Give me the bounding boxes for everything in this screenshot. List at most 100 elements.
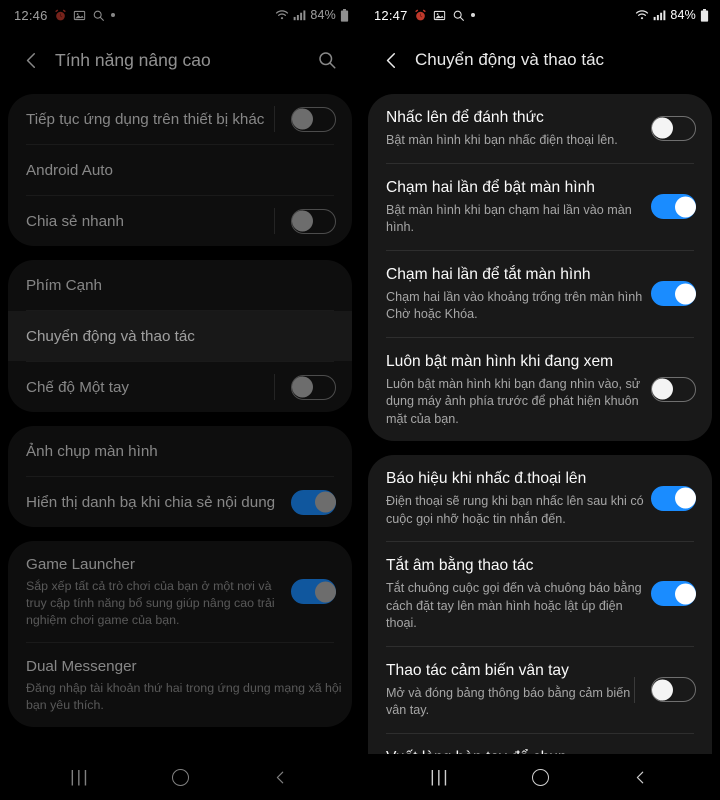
toggle-switch[interactable]	[291, 579, 336, 604]
right-status-bar: 12:47 84%	[360, 0, 720, 30]
search-icon[interactable]	[310, 43, 344, 77]
recents-icon[interactable]: |||	[56, 757, 104, 797]
list-item[interactable]: Chia sẻ nhanh	[8, 196, 352, 246]
list-item-title: Game Launcher	[26, 556, 135, 573]
toggle-knob	[314, 581, 336, 602]
battery-percent-label: 84%	[670, 8, 696, 22]
list-item[interactable]: Tắt âm bằng thao tác Tắt chuông cuộc gọi…	[368, 542, 712, 646]
toggle-knob	[674, 583, 696, 605]
back-icon[interactable]	[616, 757, 664, 797]
list-item-description: Chạm hai lần vào khoảng trống trên màn h…	[386, 289, 643, 322]
wifi-icon	[635, 9, 649, 21]
home-glyph	[171, 768, 189, 786]
list-item-texts: Tắt âm bằng thao tác Tắt chuông cuộc gọi…	[386, 542, 645, 646]
right-phone-screen: 12:47 84% Chuyển động và thao tác Nhấc l…	[360, 0, 720, 800]
list-item-texts: Thao tác cảm biến vân tay Mở và đóng bản…	[386, 647, 634, 733]
toggle-switch[interactable]	[651, 194, 696, 219]
status-bar-left-group: 12:46	[14, 8, 115, 23]
recents-glyph: |||	[430, 767, 450, 786]
list-item-description: Sắp xếp tất cả trò chơi của bạn ở một nơ…	[26, 579, 275, 627]
left-action-bar: Tính năng nâng cao	[0, 30, 360, 90]
list-item[interactable]: Chế độ Một tay	[8, 362, 352, 412]
row-divider-vertical	[274, 208, 275, 234]
toggle-switch[interactable]	[291, 489, 336, 515]
wifi-icon	[275, 9, 289, 21]
list-item[interactable]: Chạm hai lần để bật màn hình Bật màn hìn…	[368, 164, 712, 250]
toggle-switch[interactable]	[651, 677, 696, 702]
list-item-title: Thao tác cảm biến vân tay	[386, 661, 569, 679]
list-item-description: Điện thoại sẽ rung khi bạn nhấc lên sau …	[386, 494, 644, 526]
toggle-switch[interactable]	[651, 115, 696, 141]
list-item[interactable]: Báo hiệu khi nhấc đ.thoại lên Điện thoại…	[368, 455, 712, 541]
toggle-knob	[651, 679, 673, 700]
list-item-description: Đăng nhập tài khoản thứ hai trong ứng dụ…	[26, 681, 342, 712]
back-arrow-icon[interactable]	[374, 43, 408, 77]
toggle-switch[interactable]	[651, 281, 696, 306]
gallery-icon	[73, 9, 86, 22]
signal-icon	[653, 9, 666, 21]
list-item[interactable]: Phím Cạnh	[8, 260, 352, 310]
search-icon	[452, 9, 465, 22]
list-item-texts: Chạm hai lần để tắt màn hình Chạm hai lầ…	[386, 251, 645, 337]
list-item-title: Ảnh chụp màn hình	[26, 442, 158, 460]
list-item-texts: Android Auto	[26, 147, 342, 194]
right-navigation-bar: |||	[360, 754, 720, 800]
home-icon[interactable]	[516, 757, 564, 797]
list-item[interactable]: Chạm hai lần để tắt màn hình Chạm hai lầ…	[368, 251, 712, 337]
right-action-bar: Chuyển động và thao tác	[360, 30, 720, 90]
list-item-description: Bật màn hình khi bạn nhấc điện thoại lên…	[386, 133, 618, 147]
list-item-texts: Chuyển động và thao tác	[26, 313, 342, 360]
list-item[interactable]: Game Launcher Sắp xếp tất cả trò chơi củ…	[8, 541, 352, 642]
list-item-description: Tắt chuông cuộc gọi đến và chuông báo bằ…	[386, 581, 642, 630]
status-bar-clock: 12:46	[14, 7, 48, 23]
toggle-knob	[674, 487, 696, 509]
settings-card: Game Launcher Sắp xếp tất cả trò chơi củ…	[8, 541, 352, 727]
list-item[interactable]: Hiển thị danh bạ khi chia sẻ nội dung	[8, 477, 352, 527]
left-settings-list[interactable]: Tiếp tục ứng dụng trên thiết bị khác And…	[0, 90, 360, 754]
list-item-texts: Chia sẻ nhanh	[26, 198, 274, 245]
toggle-switch[interactable]	[291, 208, 336, 234]
toggle-knob	[314, 491, 336, 513]
list-item[interactable]: Tiếp tục ứng dụng trên thiết bị khác	[8, 94, 352, 144]
settings-card: Ảnh chụp màn hình Hiển thị danh bạ khi c…	[8, 426, 352, 527]
back-icon[interactable]	[256, 757, 304, 797]
list-item[interactable]: Dual Messenger Đăng nhập tài khoản thứ h…	[8, 643, 352, 727]
search-icon	[92, 9, 105, 22]
row-divider-vertical	[274, 106, 275, 132]
recents-icon[interactable]: |||	[416, 757, 464, 797]
list-item[interactable]: Nhấc lên để đánh thức Bật màn hình khi b…	[368, 94, 712, 163]
list-item[interactable]: Vuốt lòng bàn tay để chụp Vuốt cạnh bàn …	[368, 734, 712, 755]
left-status-bar: 12:46 84%	[0, 0, 360, 30]
right-settings-list[interactable]: Nhấc lên để đánh thức Bật màn hình khi b…	[360, 90, 720, 754]
list-item-description: Mở và đóng bảng thông báo bằng cảm biến …	[386, 685, 631, 718]
settings-card: Tiếp tục ứng dụng trên thiết bị khác And…	[8, 94, 352, 246]
list-item[interactable]: Thao tác cảm biến vân tay Mở và đóng bản…	[368, 647, 712, 733]
list-item[interactable]: Android Auto	[8, 145, 352, 195]
list-item[interactable]: Ảnh chụp màn hình	[8, 426, 352, 476]
list-item-title: Hiển thị danh bạ khi chia sẻ nội dung	[26, 493, 276, 511]
toggle-switch[interactable]	[651, 581, 696, 607]
list-item-description: Luôn bật màn hình khi bạn đang nhìn vào,…	[386, 376, 641, 426]
back-arrow-icon[interactable]	[14, 43, 48, 77]
toggle-switch[interactable]	[291, 106, 336, 132]
toggle-knob	[651, 117, 673, 139]
page-title: Chuyển động và thao tác	[415, 50, 605, 69]
toggle-switch[interactable]	[651, 376, 696, 402]
list-item-title: Chạm hai lần để tắt màn hình	[386, 265, 591, 283]
list-item-texts: Chế độ Một tay	[26, 364, 274, 411]
dot-icon	[470, 13, 475, 17]
list-item-motions-and-gestures[interactable]: Chuyển động và thao tác	[8, 311, 352, 361]
settings-card: Báo hiệu khi nhấc đ.thoại lên Điện thoại…	[368, 455, 712, 754]
dot-icon	[110, 13, 115, 17]
home-icon[interactable]	[156, 757, 204, 797]
list-item-texts: Chạm hai lần để bật màn hình Bật màn hìn…	[386, 164, 645, 250]
list-item[interactable]: Luôn bật màn hình khi đang xem Luôn bật …	[368, 338, 712, 442]
toggle-switch[interactable]	[291, 374, 336, 400]
list-item-title: Chế độ Một tay	[26, 378, 129, 396]
settings-card: Phím Cạnh Chuyển động và thao tác Chế độ…	[8, 260, 352, 412]
toggle-switch[interactable]	[651, 485, 696, 511]
settings-card: Nhấc lên để đánh thức Bật màn hình khi b…	[368, 94, 712, 441]
signal-icon	[293, 9, 306, 21]
list-item-texts: Tiếp tục ứng dụng trên thiết bị khác	[26, 96, 274, 143]
toggle-knob	[291, 376, 313, 398]
